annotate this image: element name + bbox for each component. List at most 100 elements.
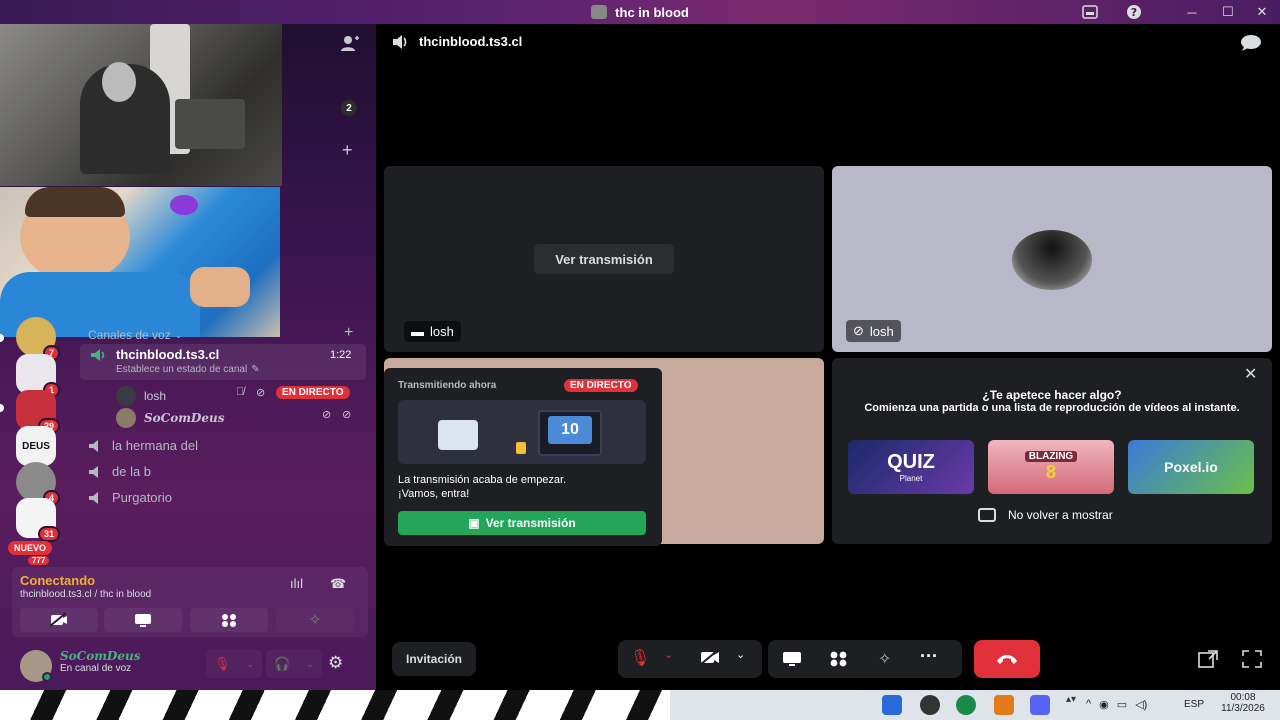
fullscreen-icon[interactable] (1242, 650, 1262, 673)
stream-tile[interactable]: Ver transmisión ▬ losh (384, 166, 824, 352)
mute-button[interactable]: 🎙 ⌄ (206, 650, 262, 678)
invite-button[interactable]: Invitación (392, 642, 476, 676)
screen-icon: ▬ (411, 324, 424, 339)
speaker-icon (89, 491, 98, 504)
connection-status: Conectando (20, 573, 96, 588)
webcam-overlay-bottom (0, 187, 280, 337)
minimize-icon[interactable]: ─ (1182, 3, 1202, 21)
channel-status-input[interactable]: Establece un estado de canal ✎ (116, 364, 260, 375)
camera-off-icon[interactable] (699, 649, 720, 671)
svg-text:?: ? (1131, 6, 1137, 19)
more-options-icon[interactable]: ··· (920, 646, 938, 667)
add-voice-channel-icon[interactable]: + (344, 324, 353, 342)
settings-gear-icon[interactable]: ⚙ (328, 653, 343, 673)
chevron-down-icon[interactable]: ⌄ (736, 648, 745, 661)
disconnect-icon[interactable]: ☎ (330, 576, 346, 592)
wallpaper-strip (0, 690, 670, 720)
server-icon[interactable]: 1 (16, 354, 60, 398)
avatar (116, 408, 136, 428)
new-badge: NUEVO (8, 541, 53, 555)
muted-mic-icon[interactable]: 🎙 (630, 648, 650, 668)
activity-title: ¿Te apetece hacer algo? (982, 388, 1122, 402)
taskbar-app-icon[interactable] (882, 695, 902, 715)
watch-stream-button[interactable]: Ver transmisión (534, 244, 674, 274)
activities-icon[interactable] (830, 651, 848, 672)
checkbox-label: No volver a mostrar (1008, 508, 1113, 522)
camera-toggle-button[interactable] (20, 608, 98, 632)
server-indicator (0, 404, 4, 412)
pop-out-icon[interactable] (1198, 650, 1218, 673)
watch-stream-button[interactable]: ▣ Ver transmisión (398, 511, 646, 535)
live-badge: EN DIRECTO (564, 379, 638, 392)
voice-channels-header[interactable]: Canales de voz ⌄ (88, 328, 182, 342)
disconnect-button[interactable] (974, 640, 1040, 678)
muted-mic-icon: 🎙 (213, 656, 231, 671)
chevron-up-icon: ^ (1086, 698, 1092, 710)
activity-subtitle: Comienza una partida o una lista de repr… (864, 402, 1240, 414)
new-count-badge: 777 (28, 556, 50, 565)
live-badge: EN DIRECTO (276, 386, 350, 399)
server-icon[interactable]: 7 (16, 317, 60, 361)
scroll-icon[interactable]: ▴▾ (1066, 694, 1076, 705)
stream-popup: Transmitiendo ahora EN DIRECTO 10 La tra… (384, 368, 662, 546)
inbox-icon[interactable] (1080, 3, 1100, 21)
voice-channel[interactable]: Purgatorio (88, 490, 172, 505)
chevron-down-icon[interactable]: ⌄ (664, 648, 673, 661)
noise-suppression-icon[interactable]: ılıl (290, 576, 303, 591)
server-icon[interactable]: 4 (16, 462, 60, 506)
connection-detail[interactable]: thcinblood.ts3.cl / thc in blood (20, 589, 151, 600)
speaker-icon (392, 34, 410, 55)
server-icon[interactable]: 29 (16, 390, 60, 434)
close-icon[interactable]: ✕ (1244, 364, 1257, 384)
participant-tile[interactable]: ⊘ losh (832, 166, 1272, 352)
system-tray[interactable]: ^ ◉ ▭ ◁) (1086, 698, 1147, 711)
user-name: SoComDeus (60, 649, 141, 663)
popup-message: La transmisión acaba de empezar. (398, 474, 567, 486)
voice-member[interactable]: losh (116, 386, 166, 406)
screen-share-icon (135, 614, 151, 627)
chevron-down-icon: ⌄ (246, 658, 255, 669)
game-card-poxel[interactable]: Poxel.io (1128, 440, 1254, 494)
active-channel-name: thcinblood.ts3.cl (116, 347, 220, 362)
activities-icon (222, 614, 236, 627)
screen-share-icon[interactable] (782, 651, 802, 672)
participant-name-tag: ▬ losh (404, 321, 461, 342)
title-bar: thc in blood ? ─ ☐ ✕ (0, 0, 1280, 24)
user-status: En canal de voz (60, 663, 132, 674)
voice-channel[interactable]: de la b (88, 464, 151, 479)
avatar (1012, 230, 1092, 290)
taskbar-app-icon[interactable] (920, 695, 940, 715)
avatar (116, 386, 136, 406)
screen-share-button[interactable] (104, 608, 182, 632)
server-icon[interactable]: 31 (16, 498, 60, 542)
server-icon-deus[interactable]: DEUS (16, 426, 56, 466)
dont-show-checkbox[interactable] (978, 508, 996, 522)
language-indicator[interactable]: ESP (1184, 699, 1204, 710)
voice-count-badge: 2 (341, 100, 357, 116)
taskbar-app-icon[interactable] (994, 695, 1014, 715)
mic-camera-group: 🎙 ⌄ ⌄ (618, 640, 762, 678)
clock[interactable]: 00:08 11/3/2026 (1214, 692, 1272, 714)
soundboard-button[interactable]: ✧ (276, 608, 354, 632)
taskbar-app-icon[interactable] (956, 695, 976, 715)
chat-bubble-icon[interactable] (1240, 34, 1262, 57)
screen-share-icon: ▣ (468, 516, 480, 530)
activities-button[interactable] (190, 608, 268, 632)
maximize-icon[interactable]: ☐ (1218, 3, 1238, 21)
deafen-button[interactable]: 🎧 ⌄ (266, 650, 322, 678)
add-channel-icon[interactable]: + (342, 140, 353, 161)
voice-member[interactable]: SoComDeus (116, 408, 224, 428)
game-card-quiz[interactable]: QUIZ Planet (848, 440, 974, 494)
voice-channel[interactable]: la hermana del (88, 438, 198, 453)
close-icon[interactable]: ✕ (1252, 3, 1272, 21)
discord-icon[interactable] (1030, 695, 1050, 715)
soundboard-icon: ✧ (308, 612, 322, 629)
game-card-blazing[interactable]: BLAZING 8 (988, 440, 1114, 494)
soundboard-icon[interactable]: ✧ (878, 649, 891, 669)
add-friend-icon[interactable] (340, 34, 360, 57)
activity-suggestion: ✕ ¿Te apetece hacer algo? Comienza una p… (832, 358, 1272, 544)
chevron-down-icon: ⌄ (174, 329, 183, 340)
speaker-icon (90, 348, 106, 367)
help-icon[interactable]: ? (1124, 3, 1144, 21)
window-title: thc in blood (591, 5, 689, 20)
